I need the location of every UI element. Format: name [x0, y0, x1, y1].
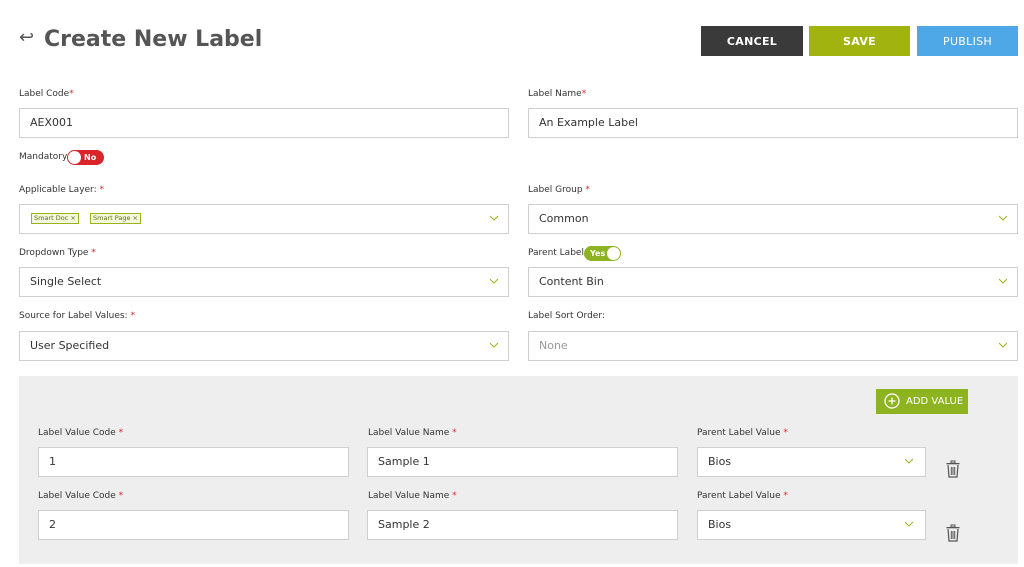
toggle-knob	[68, 151, 81, 164]
dropdown-type-select[interactable]: Single Select	[19, 267, 509, 297]
toggle-knob	[607, 247, 620, 260]
tag-smart-page[interactable]: Smart Page ×	[90, 213, 141, 224]
label-group-label: Label Group *	[528, 185, 590, 195]
mandatory-label: Mandatory	[19, 152, 68, 162]
tag-smart-doc[interactable]: Smart Doc ×	[31, 213, 79, 224]
label-code-label: Label Code*	[19, 89, 74, 99]
parent-label-label: Parent Label	[528, 248, 584, 258]
parent-label-toggle[interactable]: Yes	[584, 246, 621, 261]
parent-value-select[interactable]: Bios	[697, 510, 926, 540]
dropdown-type-value: Single Select	[30, 275, 102, 288]
sort-order-label: Label Sort Order:	[528, 311, 605, 321]
chevron-down-icon	[999, 341, 1007, 349]
label-group-select[interactable]: Common	[528, 204, 1018, 234]
add-value-button[interactable]: ADD VALUE	[876, 389, 968, 414]
chevron-down-icon	[490, 214, 498, 222]
chevron-down-icon	[490, 277, 498, 285]
label-group-value: Common	[539, 212, 589, 225]
mandatory-toggle-text: No	[84, 153, 97, 162]
parent-label-toggle-text: Yes	[590, 249, 606, 258]
value-name-input[interactable]: Sample 2	[367, 510, 678, 540]
chevron-down-icon	[905, 457, 913, 465]
value-code-label: Label Value Code *	[38, 491, 124, 501]
value-name-label: Label Value Name *	[368, 428, 457, 438]
publish-button[interactable]: PUBLISH	[917, 26, 1018, 56]
parent-value-select[interactable]: Bios	[697, 447, 926, 477]
label-name-label: Label Name*	[528, 89, 587, 99]
parent-value-value: Bios	[708, 455, 732, 468]
chevron-down-icon	[999, 214, 1007, 222]
value-code-label: Label Value Code *	[38, 428, 124, 438]
save-button[interactable]: SAVE	[809, 26, 910, 56]
value-name-label: Label Value Name *	[368, 491, 457, 501]
trash-icon[interactable]	[946, 524, 960, 542]
value-code-input[interactable]: 2	[38, 510, 349, 540]
parent-label-select[interactable]: Content Bin	[528, 267, 1018, 297]
applicable-layer-label: Applicable Layer: *	[19, 185, 104, 195]
label-name-input[interactable]: An Example Label	[528, 108, 1018, 138]
page-title: Create New Label	[44, 27, 263, 52]
value-name-input[interactable]: Sample 1	[367, 447, 678, 477]
mandatory-toggle[interactable]: No	[67, 150, 104, 165]
parent-value-value: Bios	[708, 518, 732, 531]
plus-circle-icon	[884, 393, 900, 409]
back-icon[interactable]: ↩	[19, 27, 34, 49]
sort-order-select[interactable]: None	[528, 331, 1018, 361]
parent-value-label: Parent Label Value *	[697, 491, 788, 501]
dropdown-type-label: Dropdown Type *	[19, 248, 96, 258]
cancel-button[interactable]: CANCEL	[701, 26, 803, 56]
source-values-value: User Specified	[30, 339, 110, 352]
parent-label-value: Content Bin	[539, 275, 604, 288]
add-value-label: ADD VALUE	[906, 396, 964, 407]
trash-icon[interactable]	[946, 460, 960, 478]
label-code-input[interactable]: AEX001	[19, 108, 509, 138]
sort-order-value: None	[539, 339, 568, 352]
source-values-select[interactable]: User Specified	[19, 331, 509, 361]
chevron-down-icon	[490, 341, 498, 349]
chevron-down-icon	[905, 520, 913, 528]
chevron-down-icon	[999, 277, 1007, 285]
source-values-label: Source for Label Values: *	[19, 311, 135, 321]
value-code-input[interactable]: 1	[38, 447, 349, 477]
parent-value-label: Parent Label Value *	[697, 428, 788, 438]
